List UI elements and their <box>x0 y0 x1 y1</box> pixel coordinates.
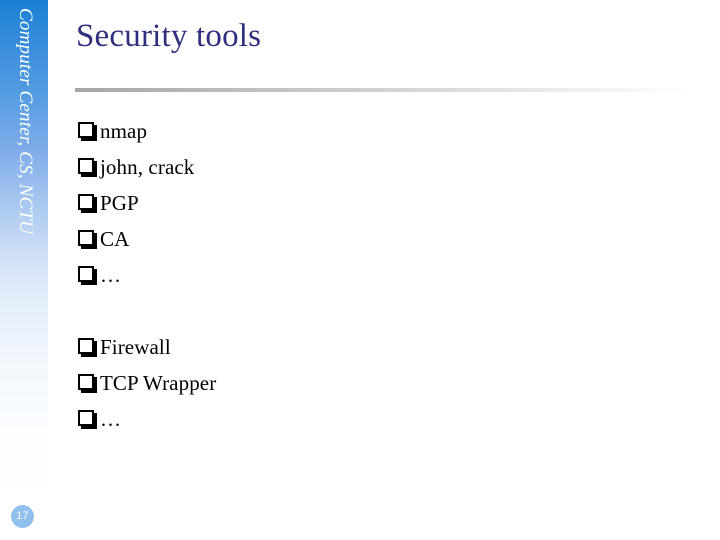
slide-canvas: Computer Center, CS, NCTU 17 Security to… <box>0 0 720 540</box>
title-divider <box>75 88 690 92</box>
page-title: Security tools <box>76 18 262 54</box>
square-bullet-icon <box>78 402 100 438</box>
list-item: … <box>78 257 678 293</box>
square-bullet-icon <box>78 150 100 186</box>
square-bullet-icon <box>78 366 100 402</box>
list-item-label: … <box>100 407 122 431</box>
list-item: CA <box>78 221 678 257</box>
sidebar-gradient-bar: Computer Center, CS, NCTU 17 <box>0 0 48 540</box>
list-item: nmap <box>78 113 678 149</box>
list-item-label: CA <box>100 227 130 251</box>
bullet-group-2: Firewall TCP Wrapper … <box>78 329 678 437</box>
square-bullet-icon <box>78 258 100 294</box>
square-bullet-icon <box>78 222 100 258</box>
list-item-label: … <box>100 263 122 287</box>
list-item: john, crack <box>78 149 678 185</box>
list-item: TCP Wrapper <box>78 365 678 401</box>
square-bullet-icon <box>78 330 100 366</box>
square-bullet-icon <box>78 114 100 150</box>
bullet-content: nmap john, crack PGP CA … Firewall TCP W… <box>78 113 678 437</box>
list-item-label: Firewall <box>100 335 171 359</box>
page-number-badge: 17 <box>11 505 34 528</box>
list-item-label: PGP <box>100 191 139 215</box>
sidebar-label-text: Computer Center, CS, NCTU <box>15 8 36 235</box>
bullet-group-1: nmap john, crack PGP CA … <box>78 113 678 293</box>
sidebar-vertical-label: Computer Center, CS, NCTU <box>0 0 48 330</box>
list-item: … <box>78 401 678 437</box>
list-item: Firewall <box>78 329 678 365</box>
list-item-label: TCP Wrapper <box>100 371 217 395</box>
square-bullet-icon <box>78 186 100 222</box>
list-item-label: john, crack <box>100 155 195 179</box>
list-item-label: nmap <box>100 119 148 143</box>
list-item: PGP <box>78 185 678 221</box>
